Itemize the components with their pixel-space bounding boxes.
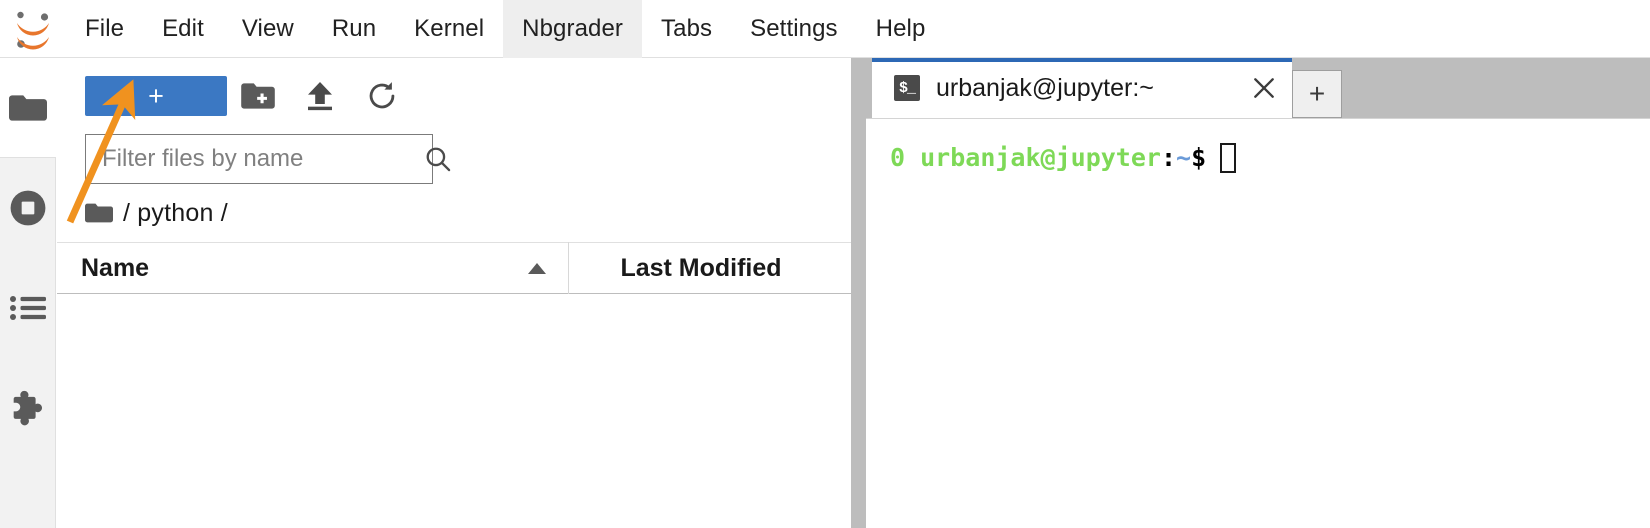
refresh-button[interactable] <box>351 74 413 118</box>
terminal-icon: $_ <box>894 75 920 101</box>
sidebar-item-commands[interactable] <box>0 258 56 358</box>
file-list-header: Name Last Modified <box>57 242 851 294</box>
breadcrumb[interactable]: / python / <box>57 184 851 242</box>
column-header-name[interactable]: Name <box>57 242 569 294</box>
menu-items: File Edit View Run Kernel Nbgrader Tabs … <box>66 0 944 58</box>
terminal-path: ~ <box>1176 143 1192 173</box>
menu-item-label: File <box>85 14 125 42</box>
search-input[interactable] <box>86 145 424 173</box>
menu-item-nbgrader[interactable]: Nbgrader <box>503 0 643 58</box>
new-launcher-button[interactable]: + <box>85 76 227 116</box>
menu-item-edit[interactable]: Edit <box>143 0 223 58</box>
terminal-body[interactable]: 0 urbanjak@jupyter : ~ $ <box>866 118 1650 528</box>
terminal-user-host: urbanjak@jupyter <box>920 143 1161 173</box>
menu-item-kernel[interactable]: Kernel <box>395 0 503 58</box>
menu-item-label: Run <box>331 14 377 42</box>
column-label-name: Name <box>81 253 150 282</box>
menu-item-help[interactable]: Help <box>857 0 945 58</box>
upload-button[interactable] <box>289 74 351 118</box>
menu-item-label: Help <box>875 14 926 42</box>
menu-item-label: Tabs <box>661 14 713 42</box>
folder-icon[interactable] <box>85 201 113 225</box>
file-list[interactable] <box>57 294 851 528</box>
menu-item-label: Edit <box>162 14 204 42</box>
tab-bar: $_ urbanjak@jupyter:~ + <box>866 58 1650 118</box>
activity-bar <box>0 58 56 528</box>
menu-bar: File Edit View Run Kernel Nbgrader Tabs … <box>0 0 1650 58</box>
menu-item-label: Nbgrader <box>522 14 624 42</box>
file-filter-container <box>57 134 851 184</box>
terminal-exit-code: 0 <box>890 143 906 173</box>
column-header-last-modified[interactable]: Last Modified <box>569 242 851 294</box>
caret-up-icon <box>528 262 546 274</box>
breadcrumb-path[interactable]: / python / <box>123 199 228 228</box>
terminal-cursor <box>1220 143 1237 173</box>
sidebar-item-running[interactable] <box>0 158 56 258</box>
jupyterlab-window: File Edit View Run Kernel Nbgrader Tabs … <box>0 0 1650 528</box>
close-icon[interactable] <box>1236 58 1292 118</box>
menu-item-label: View <box>241 14 294 42</box>
menu-item-view[interactable]: View <box>223 0 313 58</box>
jupyter-logo-icon <box>0 0 66 58</box>
plus-icon: + <box>1308 78 1326 109</box>
menu-item-tabs[interactable]: Tabs <box>642 0 731 58</box>
menu-item-file[interactable]: File <box>66 0 143 58</box>
new-folder-icon <box>241 82 275 110</box>
menu-item-settings[interactable]: Settings <box>731 0 857 58</box>
running-icon <box>9 189 47 227</box>
main-dock-panel: $_ urbanjak@jupyter:~ + 0 urbanjak@jupyt… <box>866 58 1650 528</box>
file-filter[interactable] <box>85 134 451 184</box>
terminal-sigil: $ <box>1191 143 1207 173</box>
search-icon[interactable] <box>424 145 468 173</box>
plus-icon: + <box>148 80 164 111</box>
extension-icon <box>9 389 47 427</box>
terminal-colon: : <box>1160 143 1177 173</box>
menu-item-label: Kernel <box>414 14 485 42</box>
tab-terminal[interactable]: $_ urbanjak@jupyter:~ <box>872 58 1292 118</box>
commands-icon <box>10 293 46 323</box>
terminal-prompt-line: 0 urbanjak@jupyter : ~ $ <box>890 143 1650 173</box>
sidebar-item-file-browser[interactable] <box>0 58 56 158</box>
panel-splitter[interactable] <box>851 58 866 528</box>
file-browser-panel: + Filter files by name / python / Name L… <box>57 58 851 528</box>
file-browser-toolbar: + <box>57 58 851 134</box>
sidebar-item-extensions[interactable] <box>0 358 56 458</box>
refresh-icon <box>366 80 398 112</box>
new-tab-button[interactable]: + <box>1292 70 1342 118</box>
menu-item-label: Settings <box>750 14 838 42</box>
new-folder-button[interactable] <box>227 74 289 118</box>
upload-icon <box>305 80 335 112</box>
menu-item-run[interactable]: Run <box>313 0 395 58</box>
tab-label: urbanjak@jupyter:~ <box>936 73 1154 102</box>
folder-icon <box>9 92 47 124</box>
column-label-last-modified: Last Modified <box>620 253 782 282</box>
